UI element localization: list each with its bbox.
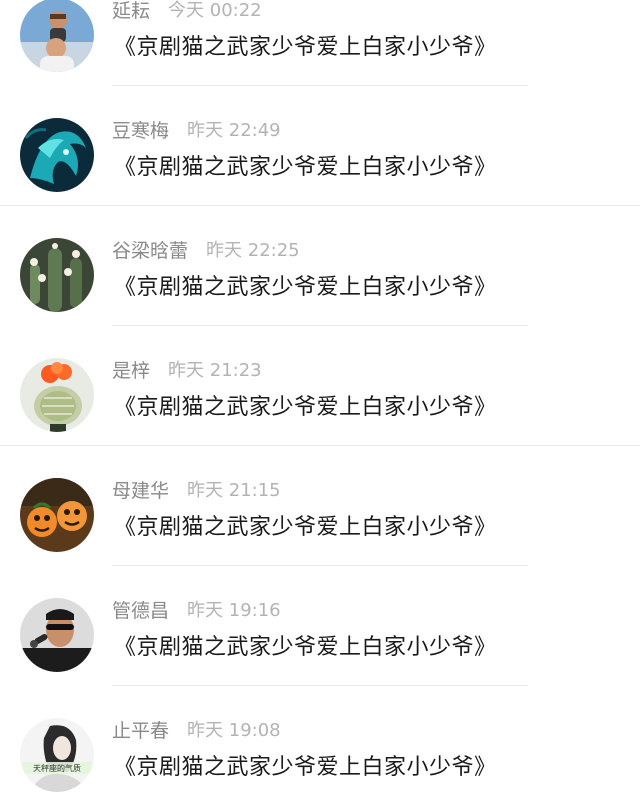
comment-meta: 延耘 今天 00:22	[112, 0, 262, 22]
man-carrying-child-avatar[interactable]	[20, 0, 94, 72]
man-carrying-child-icon	[20, 0, 94, 72]
user-name[interactable]: 管德昌	[112, 596, 169, 623]
user-name[interactable]: 豆寒梅	[112, 116, 169, 143]
user-name[interactable]: 延耘	[112, 0, 150, 23]
woman-sketch-icon: 天秤座的气质	[20, 718, 94, 792]
user-name[interactable]: 母建华	[112, 476, 169, 503]
comment-item[interactable]: 是梓 昨天 21:23 《京剧猫之武家少爷爱上白家小少爷》	[0, 326, 640, 446]
teal-fantasy-creature-icon	[20, 118, 94, 192]
comment-meta: 母建华 昨天 21:15	[112, 476, 281, 502]
flowering-cactus-avatar[interactable]	[20, 358, 94, 432]
comment-text: 《京剧猫之武家少爷爱上白家小少爷》	[114, 35, 497, 60]
comment-item[interactable]: 天秤座的气质 止平春 昨天 19:08 《京剧猫之武家少爷爱上白家小少爷》	[0, 686, 640, 806]
woman-sketch-avatar[interactable]: 天秤座的气质	[20, 718, 94, 792]
timestamp: 昨天 22:49	[187, 120, 281, 141]
timestamp: 昨天 19:08	[187, 720, 281, 741]
comment-text: 《京剧猫之武家少爷爱上白家小少爷》	[114, 515, 497, 540]
comment-text: 《京剧猫之武家少爷爱上白家小少爷》	[114, 755, 497, 780]
man-with-microphone-icon	[20, 598, 94, 672]
user-name[interactable]: 止平春	[112, 716, 169, 743]
comment-text: 《京剧猫之武家少爷爱上白家小少爷》	[114, 155, 497, 180]
comment-text: 《京剧猫之武家少爷爱上白家小少爷》	[114, 635, 497, 660]
comment-text: 《京剧猫之武家少爷爱上白家小少爷》	[114, 275, 497, 300]
comment-item[interactable]: 谷梁晗蕾 昨天 22:25 《京剧猫之武家少爷爱上白家小少爷》	[0, 206, 640, 326]
comment-meta: 谷梁晗蕾 昨天 22:25	[112, 236, 300, 262]
comment-item[interactable]: 延耘 今天 00:22 《京剧猫之武家少爷爱上白家小少爷》	[0, 0, 640, 86]
timestamp: 昨天 21:15	[187, 480, 281, 501]
timestamp: 昨天 21:23	[168, 360, 262, 381]
flowering-cactus-icon	[20, 358, 94, 432]
comment-item[interactable]: 豆寒梅 昨天 22:49 《京剧猫之武家少爷爱上白家小少爷》	[0, 86, 640, 206]
comment-item[interactable]: 母建华 昨天 21:15 《京剧猫之武家少爷爱上白家小少爷》	[0, 446, 640, 566]
timestamp: 昨天 22:25	[206, 240, 300, 261]
pumpkin-faces-icon	[20, 478, 94, 552]
teal-fantasy-creature-avatar[interactable]	[20, 118, 94, 192]
timestamp: 昨天 19:16	[187, 600, 281, 621]
man-with-microphone-avatar[interactable]	[20, 598, 94, 672]
comment-text: 《京剧猫之武家少爷爱上白家小少爷》	[114, 395, 497, 420]
comment-meta: 豆寒梅 昨天 22:49	[112, 116, 281, 142]
comment-meta: 管德昌 昨天 19:16	[112, 596, 281, 622]
user-name[interactable]: 谷梁晗蕾	[112, 236, 188, 263]
comment-meta: 止平春 昨天 19:08	[112, 716, 281, 742]
comment-meta: 是梓 昨天 21:23	[112, 356, 262, 382]
avatar-caption: 天秤座的气质	[33, 763, 81, 773]
user-name[interactable]: 是梓	[112, 356, 150, 383]
cactus-flowers-icon	[20, 238, 94, 312]
cactus-flowers-avatar[interactable]	[20, 238, 94, 312]
timestamp: 今天 00:22	[168, 0, 262, 21]
comment-item[interactable]: 管德昌 昨天 19:16 《京剧猫之武家少爷爱上白家小少爷》	[0, 566, 640, 686]
comment-feed: 延耘 今天 00:22 《京剧猫之武家少爷爱上白家小少爷》 豆寒梅 昨天 22:…	[0, 0, 640, 806]
pumpkin-faces-avatar[interactable]	[20, 478, 94, 552]
